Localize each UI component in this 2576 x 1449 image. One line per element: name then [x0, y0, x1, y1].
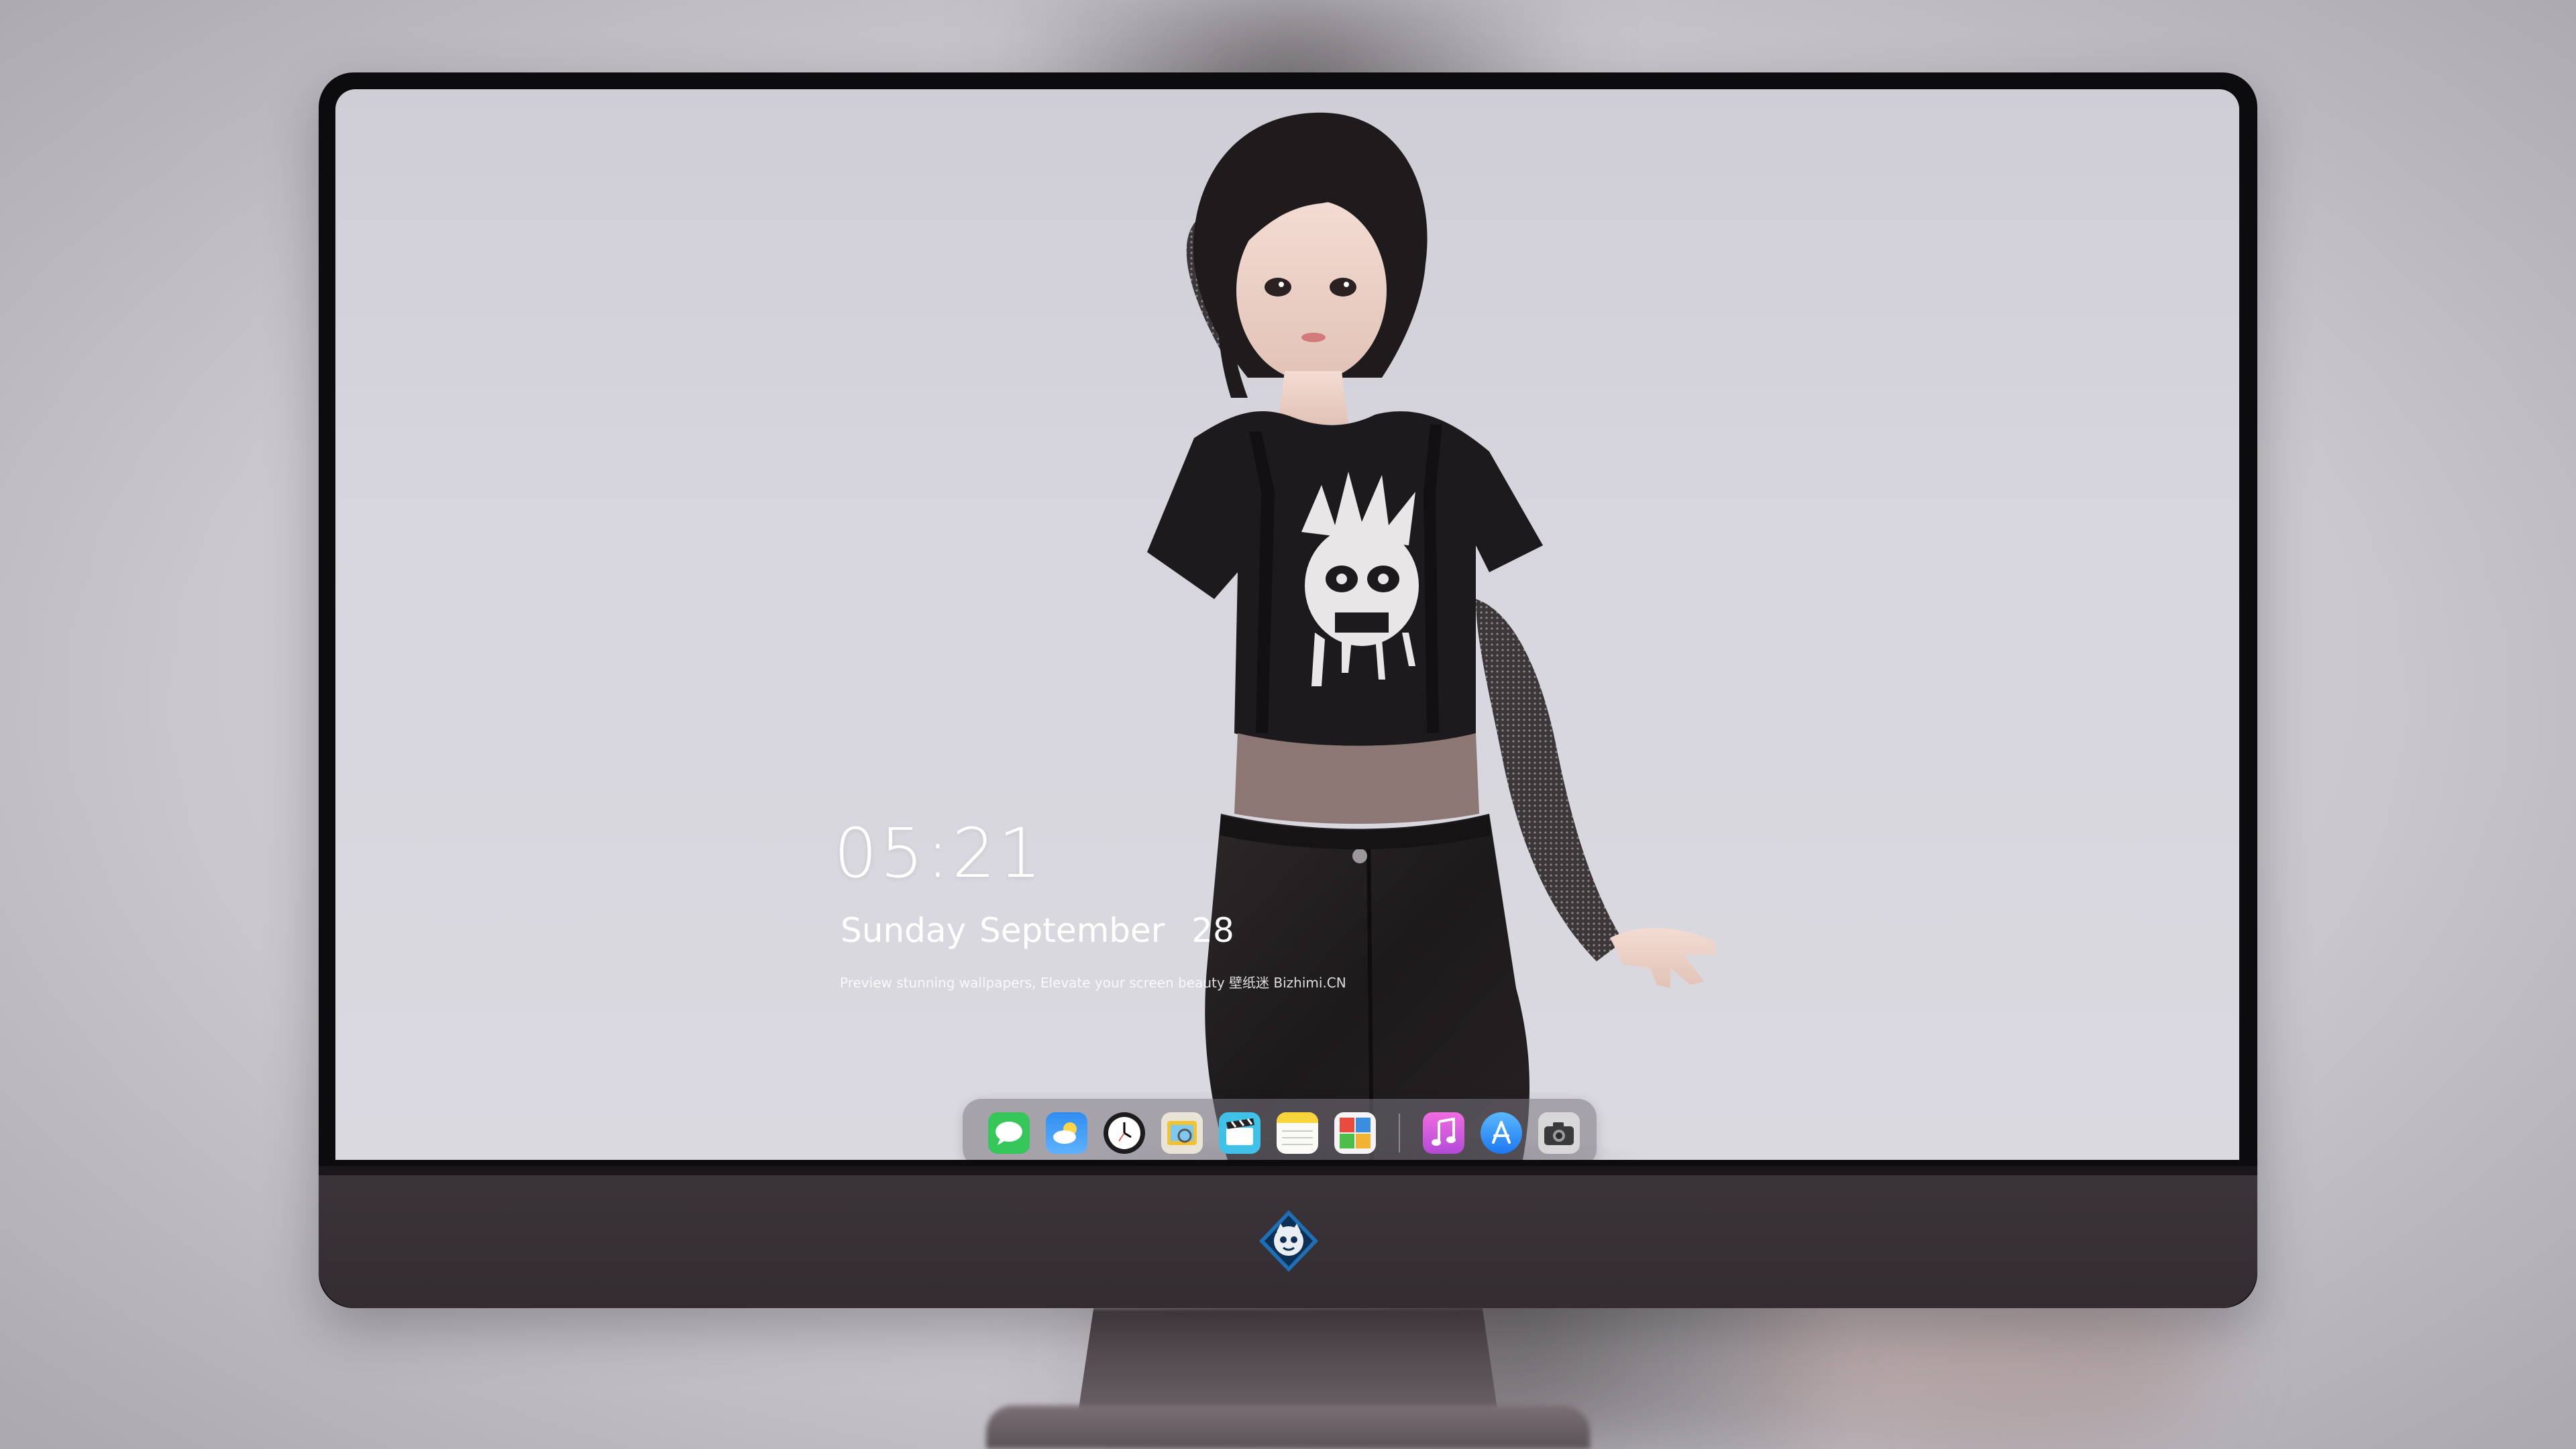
clock-date: Sunday September 28 [841, 911, 1234, 950]
notes-icon[interactable] [1277, 1112, 1318, 1154]
monitor-stand-base [986, 1405, 1590, 1449]
monitor-frame: 05:21 Sunday September 28 Preview stunni… [319, 72, 2257, 1308]
wallpaper-tagline: Preview stunning wallpapers, Elevate you… [840, 975, 1346, 991]
camera-icon[interactable] [1538, 1112, 1580, 1154]
monitor-chin [319, 1166, 2257, 1308]
dock-separator [1399, 1114, 1400, 1152]
mascot-logo-icon [1259, 1210, 1318, 1272]
clock-time: 05:21 [834, 814, 1044, 894]
preview-icon[interactable] [1161, 1112, 1203, 1154]
photo-booth-icon[interactable] [1334, 1112, 1376, 1154]
dock [963, 1099, 1597, 1160]
monitor-screen: 05:21 Sunday September 28 Preview stunni… [335, 89, 2239, 1160]
clock-icon[interactable] [1104, 1112, 1145, 1154]
weather-icon[interactable] [1046, 1112, 1087, 1154]
app-store-icon[interactable] [1481, 1112, 1522, 1154]
messages-icon[interactable] [988, 1112, 1030, 1154]
desktop-background: 05:21 Sunday September 28 Preview stunni… [0, 0, 2576, 1449]
clips-icon[interactable] [1219, 1112, 1260, 1154]
music-icon[interactable] [1423, 1112, 1464, 1154]
wallpaper-figure [1087, 112, 1717, 1160]
